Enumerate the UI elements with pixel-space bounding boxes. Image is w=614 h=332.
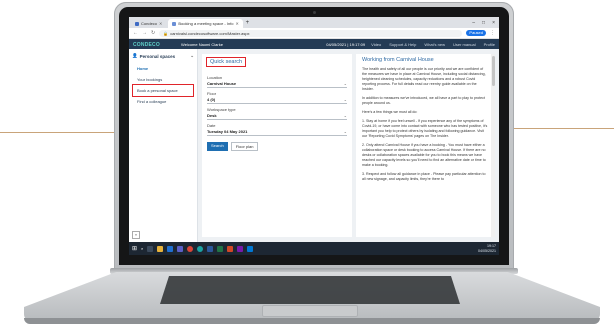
nav-link-whats-new[interactable]: What's new [424, 42, 445, 47]
forward-icon[interactable]: → [142, 30, 147, 36]
date-picker[interactable]: Tuesday 04 May 2021 ⌄ [207, 128, 347, 136]
search-icon[interactable]: ⌕ [141, 246, 143, 251]
store-icon[interactable] [247, 245, 254, 252]
laptop-base-front [24, 318, 600, 324]
tab-label: Condeco [141, 21, 158, 26]
chevron-down-icon: ⌄ [343, 129, 347, 134]
info-paragraph: 1. Stay at home if you feel unwell - If … [362, 119, 488, 138]
window-controls: – □ × [472, 19, 499, 28]
task-view-icon[interactable] [147, 245, 154, 252]
back-icon[interactable]: ← [133, 30, 138, 36]
sidebar-item-find-colleague[interactable]: Find a colleague [129, 96, 197, 107]
sidebar-section-header[interactable]: 👤 Personal spaces ⌄ [129, 49, 197, 63]
info-paragraph: In addition to measures we've introduced… [362, 96, 485, 105]
maximize-button[interactable]: □ [482, 19, 485, 28]
file-explorer-icon[interactable] [157, 245, 164, 252]
nav-link-user-manual[interactable]: User manual [453, 42, 476, 47]
info-paragraph: The health and safety of all our people … [362, 67, 486, 91]
floor-plan-button[interactable]: Floor plan [230, 142, 259, 151]
system-tray[interactable]: 19:17 04/05/2021 [478, 244, 496, 253]
powerpoint-icon[interactable] [227, 245, 234, 252]
onenote-icon[interactable] [237, 245, 244, 252]
laptop-screen: Condeco ✕ Booking a meeting space - Info… [129, 17, 499, 255]
header-datetime: 04/05/2021 | 19:17:09 [326, 42, 366, 47]
location-value: Carnival House [207, 81, 237, 86]
teams-icon[interactable] [177, 245, 184, 252]
reload-icon[interactable]: ↻ [151, 30, 155, 36]
chrome-icon[interactable] [187, 245, 194, 252]
person-icon: 👤 [132, 53, 138, 58]
minimize-button[interactable]: – [472, 19, 475, 28]
laptop-keyboard [160, 276, 460, 304]
windows-taskbar: ⊞ ⌕ 19:17 04/05/2021 [129, 242, 499, 255]
lock-icon: 🔒 [163, 30, 169, 36]
collapse-sidebar-button[interactable]: « [132, 231, 140, 239]
info-paragraph: Here's a few things we must all do: [362, 110, 418, 114]
outlook-icon[interactable] [167, 245, 174, 252]
info-paragraph: 3. Respect and follow all guidance in pl… [362, 172, 486, 181]
close-window-button[interactable]: × [492, 19, 495, 28]
app-body: 👤 Personal spaces ⌄ Home Your bookings B… [129, 49, 499, 242]
workspace-type-select[interactable]: Desk ⌄ [207, 112, 347, 120]
nav-link-support[interactable]: Support & Help [389, 42, 416, 47]
scrollbar-thumb[interactable] [491, 56, 495, 86]
close-tab-icon[interactable]: ✕ [236, 21, 239, 26]
sidebar-item-your-bookings[interactable]: Your bookings [129, 74, 197, 85]
chevron-down-icon: ⌄ [190, 53, 194, 58]
info-paragraph: 2. Only attend Carnival House if you hav… [362, 143, 486, 167]
excel-icon[interactable] [217, 245, 224, 252]
quick-search-title: Quick search [205, 57, 247, 67]
chevron-down-icon: ⌄ [343, 81, 347, 86]
info-panel: Working from Carnival House The health a… [356, 54, 495, 237]
menu-icon[interactable]: ⋮ [490, 30, 495, 36]
condeco-favicon-icon [135, 21, 139, 26]
url-field[interactable]: 🔒 carnivalsl.condecosoftware.com/Master.… [159, 29, 463, 37]
date-value: Tuesday 04 May 2021 [207, 129, 248, 134]
laptop-lid: Condeco ✕ Booking a meeting space - Info… [114, 2, 514, 270]
sidebar-section-title: Personal spaces [139, 53, 176, 59]
header-nav: Video Support & Help What's new User man… [371, 42, 495, 47]
url-text: carnivalsl.condecosoftware.com/Master.as… [170, 30, 250, 36]
sidebar-item-home[interactable]: Home [129, 63, 197, 74]
chevron-down-icon: ⌄ [343, 97, 347, 102]
browser-tabbar: Condeco ✕ Booking a meeting space - Info… [129, 17, 499, 28]
welcome-text: Welcome Naomi Clarke [181, 42, 223, 47]
info-title: Working from Carnival House [362, 57, 434, 63]
quick-search-panel: Quick search Location Carnival House ⌄ F… [202, 54, 352, 237]
location-select[interactable]: Carnival House ⌄ [207, 80, 347, 88]
windows-start-icon[interactable]: ⊞ [132, 245, 137, 252]
new-tab-button[interactable]: + [243, 19, 252, 28]
address-bar-row: ← → ↻ 🔒 carnivalsl.condecosoftware.com/M… [129, 28, 499, 39]
nav-link-profile[interactable]: Profile [484, 42, 495, 47]
sidebar-item-book-personal-space[interactable]: Book a personal space [132, 84, 194, 97]
info-scrollbar[interactable] [491, 54, 495, 237]
page-favicon-icon [172, 21, 177, 26]
laptop-trackpad [262, 305, 358, 317]
condeco-logo[interactable]: CONDECO [133, 42, 181, 48]
form-actions: Search Floor plan [207, 142, 347, 151]
edge-icon[interactable] [197, 245, 204, 252]
workspace-type-value: Desk [207, 113, 217, 118]
search-button[interactable]: Search [207, 142, 228, 151]
close-tab-icon[interactable]: ✕ [159, 21, 162, 26]
chevron-down-icon: ⌄ [343, 113, 347, 118]
paused-button[interactable]: Paused [466, 30, 486, 36]
browser-tab-condeco[interactable]: Condeco ✕ [131, 19, 166, 28]
sidebar: 👤 Personal spaces ⌄ Home Your bookings B… [129, 49, 198, 242]
tray-date: 04/05/2021 [478, 248, 496, 253]
screen-bezel: Condeco ✕ Booking a meeting space - Info… [119, 7, 509, 265]
tab-label: Booking a meeting space - Info [178, 21, 234, 26]
word-icon[interactable] [207, 245, 214, 252]
nav-link-video[interactable]: Video [371, 42, 381, 47]
webcam [313, 11, 316, 14]
floor-value: 4 (0) [207, 97, 216, 102]
floor-select[interactable]: 4 (0) ⌄ [207, 96, 347, 104]
browser-tab-booking[interactable]: Booking a meeting space - Info ✕ [168, 19, 243, 28]
